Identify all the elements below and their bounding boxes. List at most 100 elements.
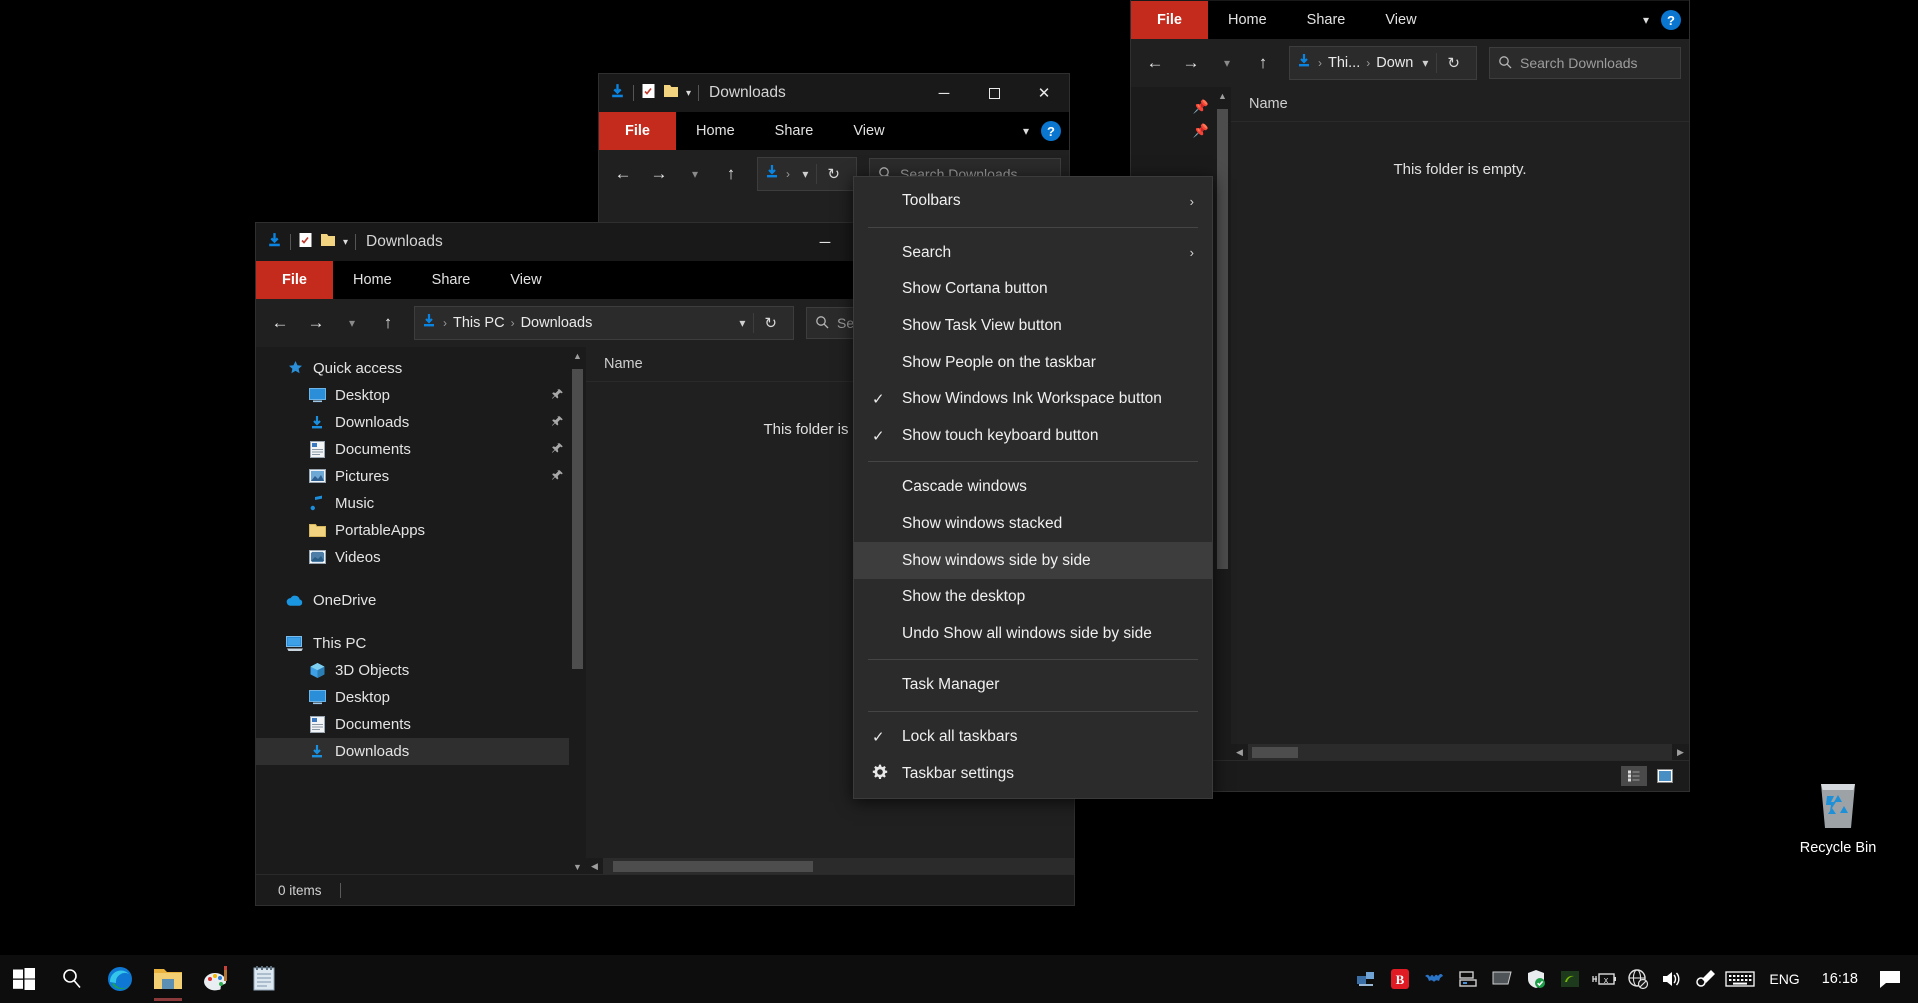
help-button-back[interactable]: ? bbox=[1661, 10, 1681, 30]
ribbon-expand-chevron-icon-middle[interactable]: ▾ bbox=[1023, 124, 1029, 138]
nav-scrollbar-front[interactable]: ▲ ▼ bbox=[569, 347, 586, 875]
windows-security-icon[interactable] bbox=[1519, 955, 1553, 1003]
address-bar-back[interactable]: › Thi... › Down... ▾ ↻ bbox=[1289, 46, 1477, 80]
menu-item-taskbar-settings[interactable]: Taskbar settings bbox=[854, 755, 1212, 792]
clock[interactable]: 16:18 bbox=[1812, 971, 1868, 987]
hscroll-left-arrow-front[interactable]: ◀ bbox=[586, 861, 603, 872]
volume-icon[interactable] bbox=[1655, 955, 1689, 1003]
sidebar-item-this-pc[interactable]: This PC bbox=[256, 630, 586, 657]
scroll-up-arrow-back[interactable]: ▲ bbox=[1214, 87, 1231, 104]
refresh-button-back[interactable]: ↻ bbox=[1437, 54, 1470, 72]
tab-view-front[interactable]: View bbox=[490, 261, 561, 299]
desktop-icon-recycle-bin[interactable]: Recycle Bin bbox=[1790, 778, 1886, 856]
navbar-back[interactable]: ← → ▾ ↑ › Thi... › Down... ▾ ↻ bbox=[1131, 39, 1689, 87]
forward-button-back[interactable]: → bbox=[1175, 47, 1207, 79]
recent-locations-button-back[interactable]: ▾ bbox=[1211, 47, 1243, 79]
properties-icon-middle[interactable] bbox=[641, 83, 656, 103]
refresh-button-front[interactable]: ↻ bbox=[754, 314, 787, 332]
nav-scrollbar-back[interactable]: ▲ bbox=[1214, 87, 1231, 761]
search-box-back[interactable]: Search Downloads bbox=[1489, 47, 1681, 79]
column-name-back[interactable]: Name bbox=[1249, 96, 1288, 112]
nav-pane-front[interactable]: Quick access Desktop Downloads Documents Pic… bbox=[256, 347, 586, 875]
menu-item-show-cortana-button[interactable]: Show Cortana button bbox=[854, 271, 1212, 308]
taskbar-search-button[interactable] bbox=[48, 955, 96, 1003]
breadcrumb-middle[interactable]: › Thi... › Down... bbox=[764, 164, 794, 184]
tab-file-middle[interactable]: File bbox=[599, 112, 676, 150]
taskbar-app-file-explorer[interactable] bbox=[144, 955, 192, 1003]
bitdefender-icon[interactable]: B bbox=[1383, 955, 1417, 1003]
taskbar-context-menu[interactable]: Toolbars › Search › Show Cortana button Show … bbox=[853, 176, 1213, 799]
breadcrumb-item-downloads-back[interactable]: Down... bbox=[1376, 55, 1414, 71]
breadcrumb-item-this-pc-back[interactable]: Thi... bbox=[1328, 55, 1360, 71]
tab-share-middle[interactable]: Share bbox=[755, 112, 834, 150]
breadcrumb-back[interactable]: › Thi... › Down... bbox=[1296, 53, 1414, 73]
hscroll-front[interactable]: ◀ bbox=[586, 858, 1074, 875]
file-list-back[interactable]: Name This folder is empty. ◀ ▶ bbox=[1231, 87, 1689, 761]
sidebar-item-onedrive[interactable]: OneDrive bbox=[256, 587, 586, 614]
back-button-front[interactable]: ← bbox=[264, 307, 296, 339]
up-button-back[interactable]: ↑ bbox=[1247, 47, 1279, 79]
sidebar-item-quick-access[interactable]: Quick access bbox=[256, 355, 586, 382]
hscroll-left-arrow-back[interactable]: ◀ bbox=[1231, 747, 1248, 758]
nav-scroll-thumb-front[interactable] bbox=[572, 369, 583, 669]
hscroll-track-back[interactable] bbox=[1248, 744, 1672, 761]
menu-item-show-windows-stacked[interactable]: Show windows stacked bbox=[854, 506, 1212, 543]
tab-home-middle[interactable]: Home bbox=[676, 112, 755, 150]
details-view-button-back[interactable] bbox=[1621, 766, 1647, 786]
minimize-button-front[interactable]: ─ bbox=[800, 223, 850, 261]
pin-icon-back-2[interactable]: 📌 bbox=[1193, 123, 1209, 139]
scroll-down-arrow-front[interactable]: ▼ bbox=[569, 858, 586, 875]
tab-home-back[interactable]: Home bbox=[1208, 1, 1287, 39]
pin-icon[interactable] bbox=[551, 388, 564, 404]
taskbar-app-edge[interactable] bbox=[96, 955, 144, 1003]
taskbar-app-notepad[interactable] bbox=[240, 955, 288, 1003]
help-button-middle[interactable]: ? bbox=[1041, 121, 1061, 141]
sidebar-item-portableapps[interactable]: PortableApps bbox=[256, 517, 586, 544]
address-dropdown-icon-front[interactable]: ▾ bbox=[731, 316, 753, 330]
ribbon-middle[interactable]: File Home Share View ▾ ? bbox=[599, 112, 1069, 150]
nav-scroll-thumb-back[interactable] bbox=[1217, 109, 1228, 569]
hscroll-back[interactable]: ◀ ▶ bbox=[1231, 744, 1689, 761]
breadcrumb-front[interactable]: › This PC › Downloads bbox=[421, 313, 731, 333]
explorer-window-back[interactable]: ▾ Downloads ─ ✕ File Home Share View ▾ ? bbox=[1130, 0, 1690, 792]
hscroll-thumb-back[interactable] bbox=[1252, 747, 1298, 758]
ribbon-right-middle[interactable]: ▾ ? bbox=[1023, 112, 1061, 150]
ribbon-right-back[interactable]: ▾ ? bbox=[1643, 1, 1681, 39]
refresh-button-middle[interactable]: ↻ bbox=[817, 165, 850, 183]
new-folder-icon-middle[interactable] bbox=[663, 84, 679, 102]
pin-icon-back-1[interactable]: 📌 bbox=[1193, 99, 1209, 115]
tab-view-middle[interactable]: View bbox=[833, 112, 904, 150]
column-name-front[interactable]: Name bbox=[604, 356, 643, 372]
qat-chevron-down-icon-front[interactable]: ▾ bbox=[343, 237, 348, 248]
address-dropdown-icon-back[interactable]: ▾ bbox=[1414, 56, 1436, 70]
network-offline-icon[interactable] bbox=[1621, 955, 1655, 1003]
pin-icon[interactable] bbox=[551, 415, 564, 431]
menu-item-task-manager[interactable]: Task Manager bbox=[854, 667, 1212, 704]
sidebar-item-pictures[interactable]: Pictures bbox=[256, 463, 586, 490]
quick-access-toolbar-middle[interactable]: ▾ bbox=[609, 83, 700, 104]
sidebar-item-music[interactable]: Music bbox=[256, 490, 586, 517]
sidebar-item-3d-objects[interactable]: 3D Objects bbox=[256, 657, 586, 684]
menu-item-lock-all-taskbars[interactable]: ✓ Lock all taskbars bbox=[854, 719, 1212, 756]
pen-ink-icon[interactable] bbox=[1689, 955, 1723, 1003]
start-button[interactable] bbox=[0, 955, 48, 1003]
back-button-middle[interactable]: ← bbox=[607, 158, 639, 190]
up-button-front[interactable]: ↑ bbox=[372, 307, 404, 339]
maximize-button-middle[interactable] bbox=[969, 74, 1019, 112]
ribbon-expand-chevron-icon-back[interactable]: ▾ bbox=[1643, 13, 1649, 27]
taskbar-left[interactable] bbox=[0, 955, 288, 1003]
up-button-middle[interactable]: ↑ bbox=[715, 158, 747, 190]
forward-button-front[interactable]: → bbox=[300, 307, 332, 339]
sidebar-item-documents[interactable]: Documents bbox=[256, 711, 586, 738]
menu-item-show-people-on-the-taskbar[interactable]: Show People on the taskbar bbox=[854, 344, 1212, 381]
breadcrumb-item-this-pc-front[interactable]: This PC bbox=[453, 315, 505, 331]
forward-button-middle[interactable]: → bbox=[643, 158, 675, 190]
taskbar[interactable]: B x ENG 16:18 bbox=[0, 955, 1918, 1003]
minimize-button-middle[interactable]: ─ bbox=[919, 74, 969, 112]
hscroll-thumb-front[interactable] bbox=[613, 861, 813, 872]
nvidia-icon[interactable] bbox=[1553, 955, 1587, 1003]
sidebar-item-downloads[interactable]: Downloads bbox=[256, 738, 586, 765]
menu-item-show-windows-ink-workspace-button[interactable]: ✓ Show Windows Ink Workspace button bbox=[854, 381, 1212, 418]
address-bar-middle[interactable]: › Thi... › Down... ▾ ↻ bbox=[757, 157, 857, 191]
address-dropdown-icon-middle[interactable]: ▾ bbox=[794, 167, 816, 181]
